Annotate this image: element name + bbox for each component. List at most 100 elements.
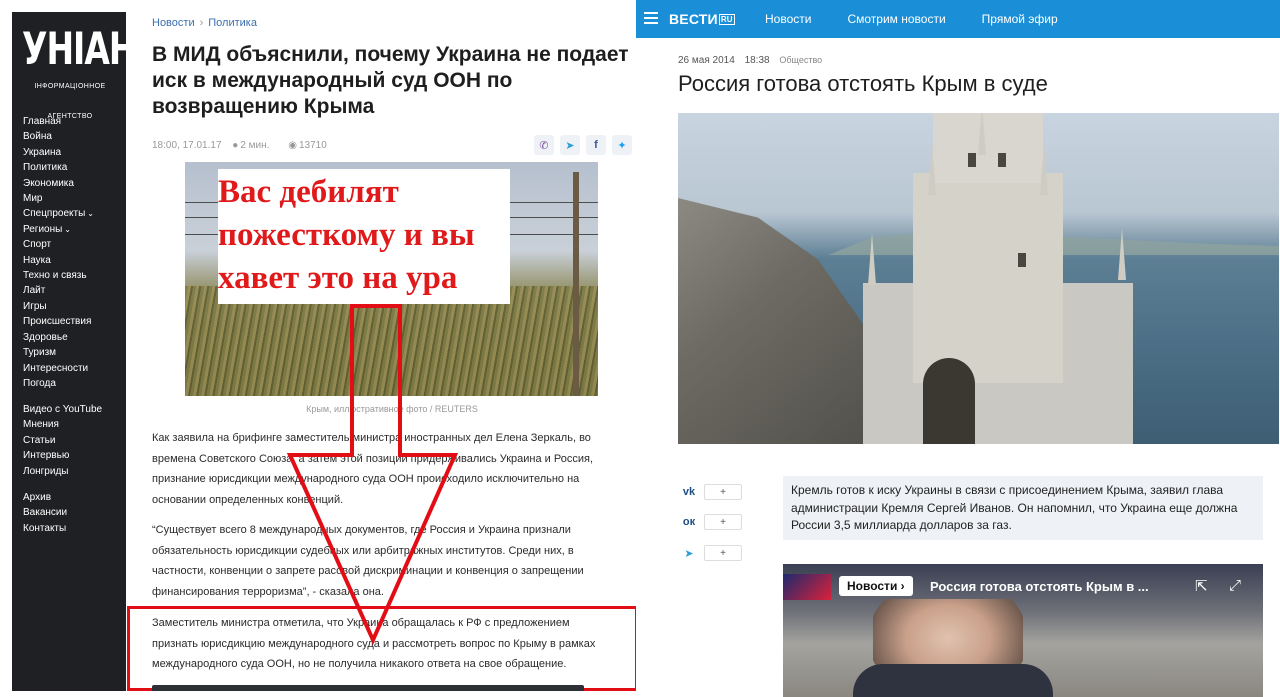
sidebar-item-label: Политика [23, 162, 68, 174]
sidebar-item-label: Украина [23, 146, 62, 158]
chevron-down-icon: ⌄ [64, 224, 71, 234]
telegram-icon[interactable]: ➤ [680, 546, 698, 560]
sidebar-item-label: Техно и связь [23, 270, 87, 282]
sidebar-item-12-nav-main[interactable]: Лайт [23, 283, 94, 298]
video-player[interactable]: Новости › Россия готова отстоять Крым в … [783, 564, 1263, 697]
meta-time: 18:00, 17.01.17 [152, 140, 222, 151]
sidebar-item-3-nav-main[interactable]: Украина [23, 145, 94, 160]
vesti-time: 18:38 [744, 55, 770, 66]
sidebar-item-3-nav-tertiary[interactable]: Контакты [23, 521, 67, 536]
vesti-lead: Кремль готов к иску Украины в связи с пр… [783, 476, 1263, 540]
sidebar-item-label: Мир [23, 193, 43, 205]
sidebar-item-label: Лайт [23, 285, 46, 297]
share-plus-button[interactable]: + [704, 514, 742, 530]
unian-logo[interactable]: УНІАН ІНФОРМАЦІОННОЕ АГЕНТСТВО [22, 22, 137, 122]
sidebar-nav-tertiary: Архив Вакансии Контакты [23, 490, 67, 536]
nav-watch-news[interactable]: Смотрим новости [847, 12, 945, 26]
castle-window [1018, 253, 1026, 267]
vesti-page: ВЕСТИ RU Новости Смотрим новости Прямой э… [636, 0, 1280, 697]
video-title: Россия готова отстоять Крым в ... [930, 579, 1149, 594]
sidebar-item-label: Туризм [23, 347, 57, 359]
article-paragraph-2: “Существует всего 8 международных докуме… [152, 524, 584, 598]
sidebar-item-label: Спорт [23, 239, 52, 251]
sidebar-item-6-nav-main[interactable]: Мир [23, 191, 94, 206]
sidebar-item-label: Мнения [23, 419, 59, 431]
unian-sidebar: УНІАН ІНФОРМАЦІОННОЕ АГЕНТСТВО Главная Во… [12, 12, 137, 691]
vesti-header: ВЕСТИ RU Новости Смотрим новости Прямой э… [636, 0, 1280, 38]
nav-live[interactable]: Прямой эфир [982, 12, 1058, 26]
sidebar-item-7-nav-main[interactable]: Спецпроекты ⌄ [23, 206, 94, 221]
sidebar-item-2-nav-secondary[interactable]: Мнения [23, 417, 102, 432]
chevron-right-icon: › [900, 579, 905, 593]
video-suit [853, 664, 1053, 697]
odnoklassniki-icon[interactable]: ок [680, 515, 698, 529]
meta-read-time: ● 2 мин. [232, 140, 277, 151]
share-external-icon[interactable]: ⇱ [1195, 577, 1208, 595]
sidebar-item-3-nav-secondary[interactable]: Статьи [23, 433, 102, 448]
breadcrumb-news[interactable]: Новости [152, 17, 195, 29]
sidebar-item-17-nav-main[interactable]: Интересности [23, 361, 94, 376]
twitter-icon[interactable]: ✦ [612, 135, 632, 155]
sidebar-item-11-nav-main[interactable]: Техно и связь [23, 268, 94, 283]
sidebar-item-2-nav-tertiary[interactable]: Вакансии [23, 505, 67, 520]
sidebar-item-1-nav-secondary[interactable]: Видео с YouTube [23, 402, 102, 417]
sidebar-item-10-nav-main[interactable]: Наука [23, 253, 94, 268]
castle-tower [913, 173, 1063, 383]
sidebar-item-1-nav-tertiary[interactable]: Архив [23, 490, 67, 505]
nav-news[interactable]: Новости [765, 12, 811, 26]
sidebar-item-5-nav-secondary[interactable]: Лонгриды [23, 464, 102, 479]
sidebar-item-8-nav-main[interactable]: Регионы ⌄ [23, 222, 94, 237]
photo-fence-post [573, 172, 579, 396]
meta-read-value: 2 мин. [240, 140, 270, 151]
chevron-down-icon: ⌄ [87, 209, 94, 219]
share-plus-button[interactable]: + [704, 545, 742, 561]
sidebar-item-1-nav-main[interactable]: Главная [23, 114, 94, 129]
sidebar-item-18-nav-main[interactable]: Погода [23, 376, 94, 391]
sidebar-item-16-nav-main[interactable]: Туризм [23, 345, 94, 360]
facebook-icon[interactable]: f [586, 135, 606, 155]
telegram-icon[interactable]: ➤ [560, 135, 580, 155]
share-row-vk: vk + [680, 484, 742, 500]
photo-caption: Крым, иллюстративное фото / REUTERS [306, 404, 478, 414]
sidebar-item-label: Интервью [23, 450, 70, 462]
vesti-photo [678, 113, 1279, 444]
sidebar-nav-main: Главная Война Украина Политика Экономика Мир С… [23, 114, 94, 391]
vesti-article-title: Россия готова отстоять Крым в суде [678, 71, 1048, 96]
sidebar-item-label: Видео с YouTube [23, 404, 103, 415]
overlay-line-1: Вас дебилят [218, 174, 399, 210]
sidebar-item-label: Наука [23, 254, 51, 266]
sidebar-item-9-nav-main[interactable]: Спорт [23, 237, 94, 252]
sidebar-item-2-nav-main[interactable]: Война [23, 129, 94, 144]
viber-icon[interactable]: ✆ [534, 135, 554, 155]
menu-icon[interactable] [644, 12, 658, 27]
article-paragraph-1: Как заявила на брифинге заместитель мини… [152, 432, 593, 506]
share-bar: ✆ ➤ f ✦ [534, 135, 632, 155]
sidebar-nav-secondary: Видео с YouTube Мнения Статьи Интервью Лонгр… [23, 402, 102, 479]
sidebar-item-label: Лонгриды [23, 465, 69, 477]
fullscreen-icon[interactable]: ⤢ [1229, 577, 1241, 594]
sidebar-item-label: Спецпроекты [23, 208, 86, 220]
overlay-caption: Вас дебилят пожесткому и вы хавет это на… [218, 169, 510, 304]
breadcrumb-politics[interactable]: Политика [208, 17, 257, 29]
share-row-ok: ок + [680, 514, 742, 530]
dark-strip [152, 685, 584, 691]
vk-icon[interactable]: vk [680, 485, 698, 499]
vesti-meta: 26 мая 2014 18:38 Общество [678, 55, 829, 66]
photo-cliff [678, 198, 878, 444]
vesti-category[interactable]: Общество [779, 55, 822, 65]
share-plus-button[interactable]: + [704, 484, 742, 500]
video-tag[interactable]: Новости › [839, 576, 913, 596]
vesti-logo[interactable]: ВЕСТИ RU [669, 11, 735, 27]
sidebar-item-14-nav-main[interactable]: Происшествия [23, 314, 94, 329]
video-tag-label: Новости [847, 579, 898, 593]
sidebar-item-5-nav-main[interactable]: Экономика [23, 176, 94, 191]
sidebar-item-4-nav-secondary[interactable]: Интервью [23, 448, 102, 463]
sidebar-item-label: Экономика [23, 177, 74, 189]
sidebar-item-label: Архив [23, 492, 52, 503]
sidebar-item-4-nav-main[interactable]: Политика [23, 160, 94, 175]
sidebar-item-label: Игры [23, 300, 47, 312]
sidebar-item-13-nav-main[interactable]: Игры [23, 299, 94, 314]
vesti-logo-suffix: RU [718, 14, 735, 25]
unian-logo-sub-1: ІНФОРМАЦІОННОЕ [34, 83, 106, 90]
sidebar-item-15-nav-main[interactable]: Здоровье [23, 330, 94, 345]
